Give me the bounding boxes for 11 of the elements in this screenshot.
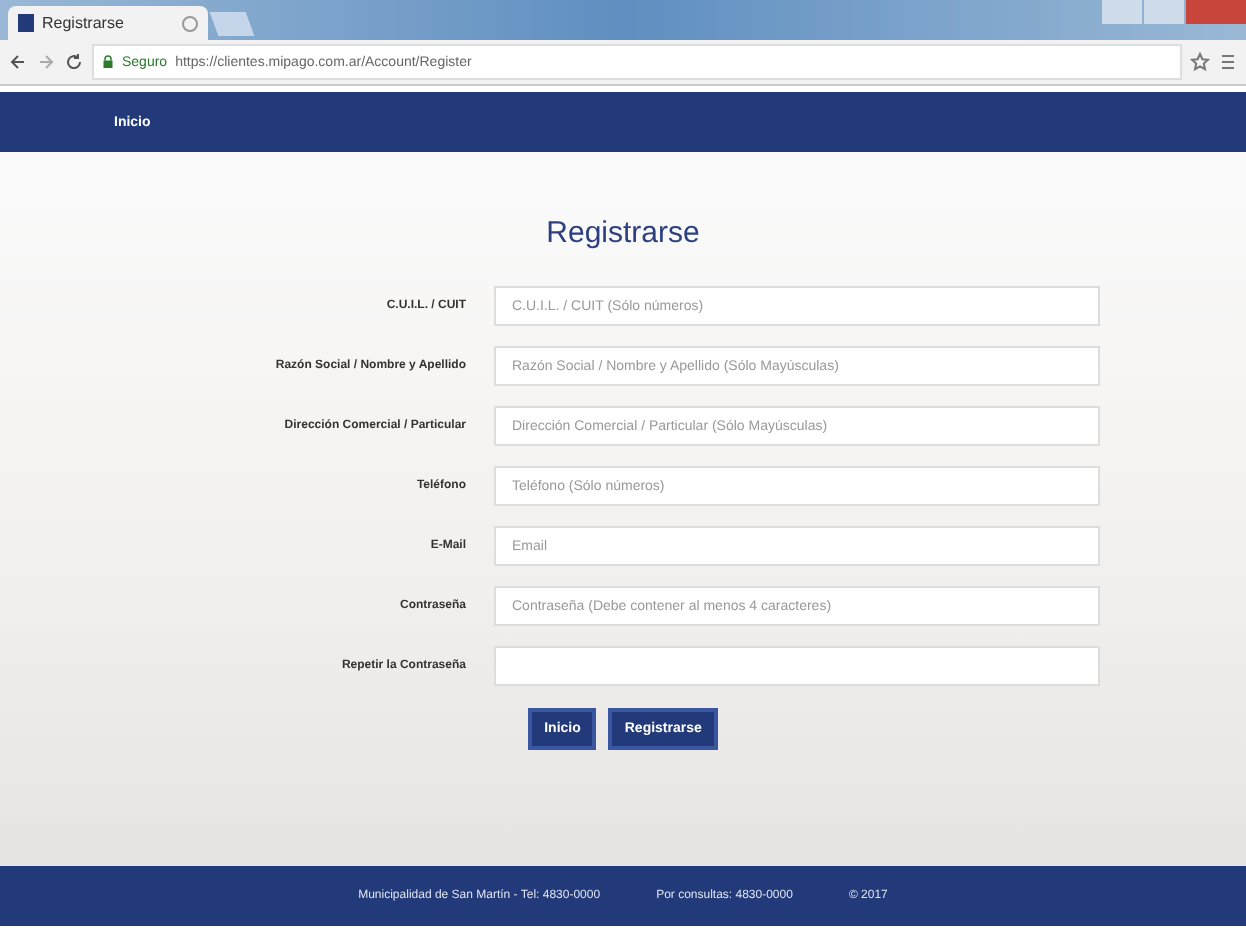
lock-icon [102, 54, 114, 70]
star-icon[interactable] [1190, 52, 1210, 72]
input-field[interactable] [494, 646, 1100, 686]
forward-icon[interactable] [36, 52, 56, 72]
reload-icon[interactable] [64, 52, 84, 72]
new-tab-button[interactable] [209, 12, 255, 36]
back-icon[interactable] [8, 52, 28, 72]
page-icon [18, 14, 34, 32]
browser-tab[interactable]: Registrarse [8, 6, 208, 40]
menu-icon[interactable] [1218, 52, 1238, 72]
page-title: Registrarse [546, 216, 700, 250]
